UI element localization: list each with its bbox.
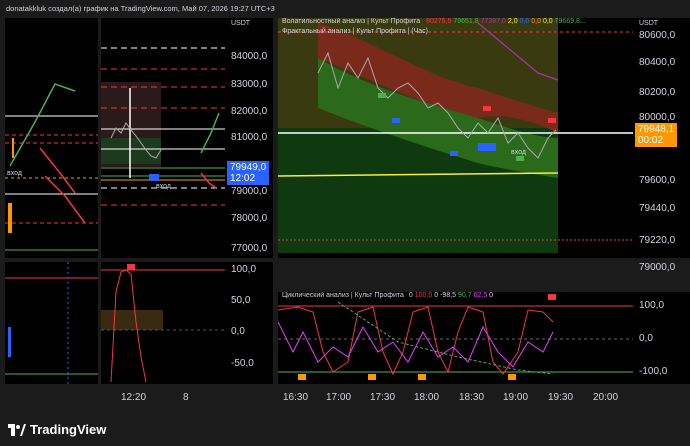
main-price-chart[interactable]: Волатильностный анализ | Культ Профита 8… — [278, 18, 633, 258]
chart-header: donatakkluk создал(а) график на TradingV… — [0, 0, 690, 18]
middle-price-chart[interactable]: вход — [101, 18, 225, 258]
left-mini-oscillator[interactable] — [5, 262, 98, 384]
entry-label-main: вход — [511, 149, 526, 156]
tradingview-logo-text: TradingView — [30, 422, 107, 437]
time-tick: 18:30 — [459, 392, 485, 403]
middle-oscillator-axis: 100,0 50,0 0,0 -50,0 — [225, 262, 273, 384]
price-tick: 80600,0 — [639, 30, 676, 41]
current-price-time: 00:02 — [638, 135, 664, 146]
price-tick: 79220,0 — [639, 235, 676, 246]
main-oscillator-axis: 100,0 0,0 -100,0 — [633, 292, 690, 384]
cyclic-value: 0 — [434, 292, 439, 299]
fractal-legend: Фрактальный анализ | Культ Профита | (Ча… — [282, 28, 429, 35]
osc-tick: 0,0 — [231, 326, 245, 337]
cyclic-value: 62,5 — [473, 292, 488, 299]
main-oscillator-drawing — [278, 294, 633, 380]
price-tick: 79000,0 — [639, 262, 676, 273]
cyclic-value: -98,5 — [440, 292, 457, 299]
middle-price-axis: USDT 84000,0 83000,0 82000,0 81000,0 790… — [225, 18, 273, 258]
cyclic-value: 0 — [408, 292, 413, 299]
main-oscillator[interactable]: Циклический анализ | Культ Профита 0 100… — [278, 292, 633, 384]
time-tick: 19:00 — [503, 392, 529, 403]
volatility-value: 79669,8... — [554, 18, 586, 25]
price-tick: 79000,0 — [231, 186, 268, 197]
price-tick: 80200,0 — [639, 87, 676, 98]
middle-oscillator-drawing — [101, 264, 225, 383]
price-tick: 84000,0 — [231, 51, 268, 62]
volatility-value: 0,0 — [542, 18, 553, 25]
cyclic-value: 100,0 — [414, 292, 433, 299]
time-tick: 17:30 — [370, 392, 396, 403]
axis-currency: USDT — [639, 20, 659, 27]
time-tick: 20:00 — [593, 392, 619, 403]
time-tick: 16:30 — [283, 392, 309, 403]
current-price-value: 79948,1 — [638, 124, 675, 135]
price-tick: 79440,0 — [639, 203, 676, 214]
volatility-value: 0,0 — [531, 18, 541, 25]
price-tick: 77000,0 — [231, 243, 268, 254]
osc-tick: 100,0 — [231, 264, 257, 275]
left-mini-oscillator-drawing — [5, 262, 98, 384]
current-price-time: 12:02 — [230, 173, 256, 184]
middle-oscillator[interactable] — [101, 262, 225, 384]
left-mini-chart[interactable]: вход — [5, 18, 98, 258]
current-price-value: 79949,0 — [230, 162, 267, 173]
left-mini-chart-drawing — [5, 83, 98, 251]
volatility-value: 80275,5 — [426, 18, 452, 25]
cyclic-legend-title: Циклический анализ | Культ Профита — [282, 292, 404, 299]
cyclic-value: 90,7 — [458, 292, 472, 299]
osc-tick: 100,0 — [639, 300, 665, 311]
time-tick: 17:00 — [326, 392, 352, 403]
current-price-label: 79949,0 12:02 — [227, 161, 270, 185]
volatility-value: 77287,0 — [480, 18, 506, 25]
volatility-legend: Волатильностный анализ | Культ Профита 8… — [282, 18, 586, 25]
axis-currency: USDT — [231, 20, 251, 27]
osc-tick: -50,0 — [231, 358, 254, 369]
volatility-legend-title: Волатильностный анализ | Культ Профита — [282, 18, 421, 25]
volatility-value: 0,0 — [519, 18, 530, 25]
entry-label: вход — [7, 170, 22, 177]
time-tick: 19:30 — [548, 392, 574, 403]
time-tick: 12:20 — [121, 392, 147, 403]
osc-tick: 0,0 — [639, 333, 653, 344]
time-tick: 18:00 — [414, 392, 440, 403]
main-price-chart-drawing — [278, 18, 633, 253]
cyclic-value: 0 — [489, 292, 494, 299]
price-tick: 80400,0 — [639, 57, 676, 68]
osc-tick: -100,0 — [639, 366, 668, 377]
osc-tick: 50,0 — [231, 295, 251, 306]
footer: TradingView — [0, 412, 690, 446]
price-tick: 80000,0 — [639, 112, 676, 123]
price-tick: 82000,0 — [231, 106, 268, 117]
current-price-label-main: 79948,1 00:02 — [635, 123, 678, 147]
tradingview-logo-icon — [8, 423, 26, 436]
middle-price-chart-drawing — [101, 47, 225, 206]
cyclic-legend: Циклический анализ | Культ Профита 0 100… — [282, 292, 493, 299]
entry-label-middle: вход — [156, 183, 171, 190]
time-tick: 8 — [183, 392, 189, 403]
price-tick: 78000,0 — [231, 213, 268, 224]
middle-time-axis: 12:20 8 — [101, 388, 225, 410]
tradingview-logo[interactable]: TradingView — [8, 422, 106, 437]
price-tick: 83000,0 — [231, 79, 268, 90]
price-tick: 81000,0 — [231, 132, 268, 143]
price-tick: 79600,0 — [639, 175, 676, 186]
volatility-value: 79651,8 — [453, 18, 479, 25]
volatility-value: 2,0 — [507, 18, 518, 25]
main-time-axis: 16:30 17:00 17:30 18:00 18:30 19:00 19:3… — [278, 388, 633, 410]
